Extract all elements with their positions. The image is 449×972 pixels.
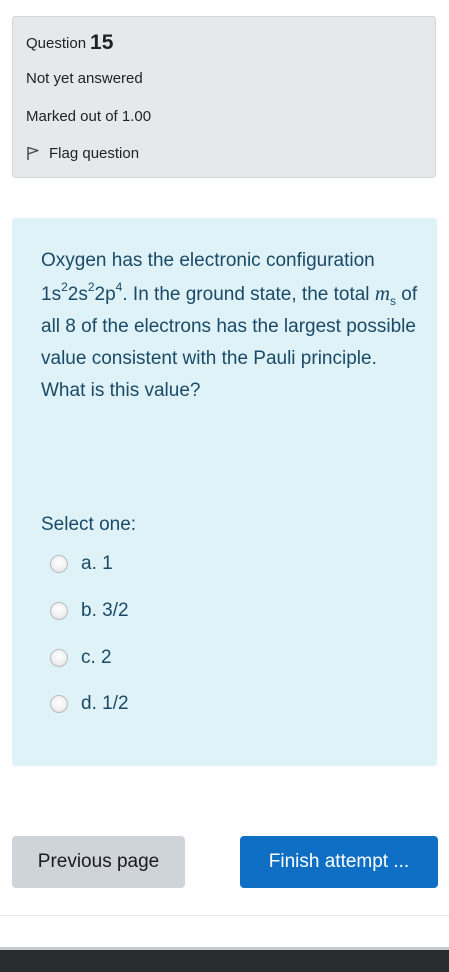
question-number-value: 15: [90, 31, 114, 54]
previous-page-button[interactable]: Previous page: [12, 836, 185, 888]
question-text-part: 2p: [94, 284, 116, 305]
answer-option-c[interactable]: c. 2: [50, 645, 112, 671]
flag-question-link[interactable]: Flag question: [26, 145, 139, 162]
question-state: Not yet answered: [26, 70, 143, 87]
answer-label: a. 1: [81, 553, 113, 574]
answer-label: c. 2: [81, 647, 112, 668]
answer-label: d. 1/2: [81, 693, 129, 714]
divider: [0, 915, 449, 916]
answer-option-a[interactable]: a. 1: [50, 551, 113, 577]
question-grade: Marked out of 1.00: [26, 108, 152, 125]
radio-button[interactable]: [50, 602, 68, 620]
ms-symbol: m: [374, 281, 390, 305]
question-text: Oxygen has the electronic configuration …: [41, 245, 421, 407]
question-text-part: 2s: [67, 284, 88, 305]
question-formulation: Oxygen has the electronic configuration …: [12, 218, 437, 766]
page-footer: [0, 947, 449, 972]
superscript: 2: [61, 280, 68, 294]
radio-button[interactable]: [50, 649, 68, 667]
flag-icon: [27, 146, 39, 160]
radio-button[interactable]: [50, 555, 68, 573]
superscript: 2: [87, 280, 95, 294]
question-label: Question: [26, 35, 87, 52]
answer-label: b. 3/2: [81, 600, 129, 621]
question-number: Question 15: [26, 31, 113, 55]
flag-question-label: Flag question: [49, 145, 140, 162]
finish-attempt-button[interactable]: Finish attempt ...: [240, 836, 438, 888]
radio-button[interactable]: [50, 695, 68, 713]
question-text-part: . In the ground state, the total: [122, 284, 375, 305]
answer-option-b[interactable]: b. 3/2: [50, 598, 129, 624]
answer-option-d[interactable]: d. 1/2: [50, 691, 129, 717]
question-info-panel: Question 15 Not yet answered Marked out o…: [12, 16, 436, 178]
select-one-prompt: Select one:: [41, 514, 137, 535]
